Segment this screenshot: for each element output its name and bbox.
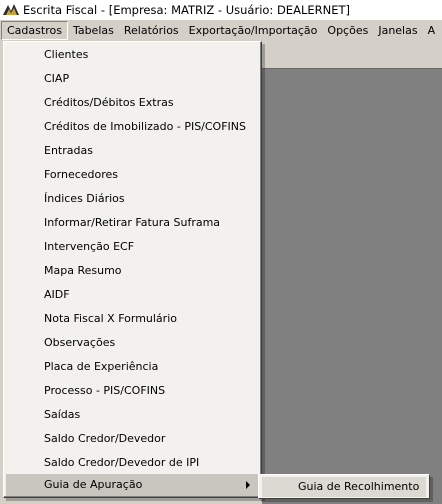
menu-opcoes[interactable]: Opções (322, 21, 373, 40)
menu-item-saldo-credor-devedor-ipi[interactable]: Saldo Credor/Devedor de IPI (6, 452, 258, 474)
menu-relatorios[interactable]: Relatórios (119, 21, 184, 40)
menu-item-saldo-credor-devedor[interactable]: Saldo Credor/Devedor (6, 428, 258, 450)
menu-cadastros[interactable]: Cadastros (1, 21, 68, 40)
menu-item-intervencao-ecf[interactable]: Intervenção ECF (6, 236, 258, 258)
menu-item-creditos-imobilizado[interactable]: Créditos de Imobilizado - PIS/COFINS (6, 116, 258, 138)
guia-apuracao-submenu: Guia de Recolhimento (258, 474, 430, 499)
menu-bar: Cadastros Tabelas Relatórios Exportação/… (0, 20, 442, 41)
cadastros-dropdown-menu: Clientes CIAP Créditos/Débitos Extras Cr… (3, 41, 262, 498)
window-title: Escrita Fiscal - [Empresa: MATRIZ - Usuá… (23, 3, 350, 17)
app-icon (3, 4, 19, 15)
menu-janelas[interactable]: Janelas (373, 21, 422, 40)
menu-item-fatura-suframa[interactable]: Informar/Retirar Fatura Suframa (6, 212, 258, 234)
mdi-workspace (262, 68, 442, 504)
menu-item-ciap[interactable]: CIAP (6, 68, 258, 90)
menu-item-observacoes[interactable]: Observações (6, 332, 258, 354)
title-bar: Escrita Fiscal - [Empresa: MATRIZ - Usuá… (0, 0, 442, 20)
menu-item-guia-apuracao[interactable]: Guia de Apuração (6, 474, 258, 496)
menu-item-guia-recolhimento[interactable]: Guia de Recolhimento (262, 477, 426, 497)
menu-item-creditos-debitos-extras[interactable]: Créditos/Débitos Extras (6, 92, 258, 114)
menu-item-mapa-resumo[interactable]: Mapa Resumo (6, 260, 258, 282)
chevron-right-icon (246, 481, 250, 489)
menu-item-saidas[interactable]: Saídas (6, 404, 258, 426)
menu-item-clientes[interactable]: Clientes (6, 44, 258, 66)
menu-exportacao-importacao[interactable]: Exportação/Importação (184, 21, 323, 40)
menu-item-processo-pis-cofins[interactable]: Processo - PIS/COFINS (6, 380, 258, 402)
menu-tabelas[interactable]: Tabelas (68, 21, 119, 40)
menu-item-nota-fiscal-formulario[interactable]: Nota Fiscal X Formulário (6, 308, 258, 330)
menu-item-placa-experiencia[interactable]: Placa de Experiência (6, 356, 258, 378)
menu-ajuda[interactable]: A (423, 21, 441, 40)
menu-item-indices-diarios[interactable]: Índices Diários (6, 188, 258, 210)
menu-item-entradas[interactable]: Entradas (6, 140, 258, 162)
menu-item-fornecedores[interactable]: Fornecedores (6, 164, 258, 186)
menu-item-aidf[interactable]: AIDF (6, 284, 258, 306)
